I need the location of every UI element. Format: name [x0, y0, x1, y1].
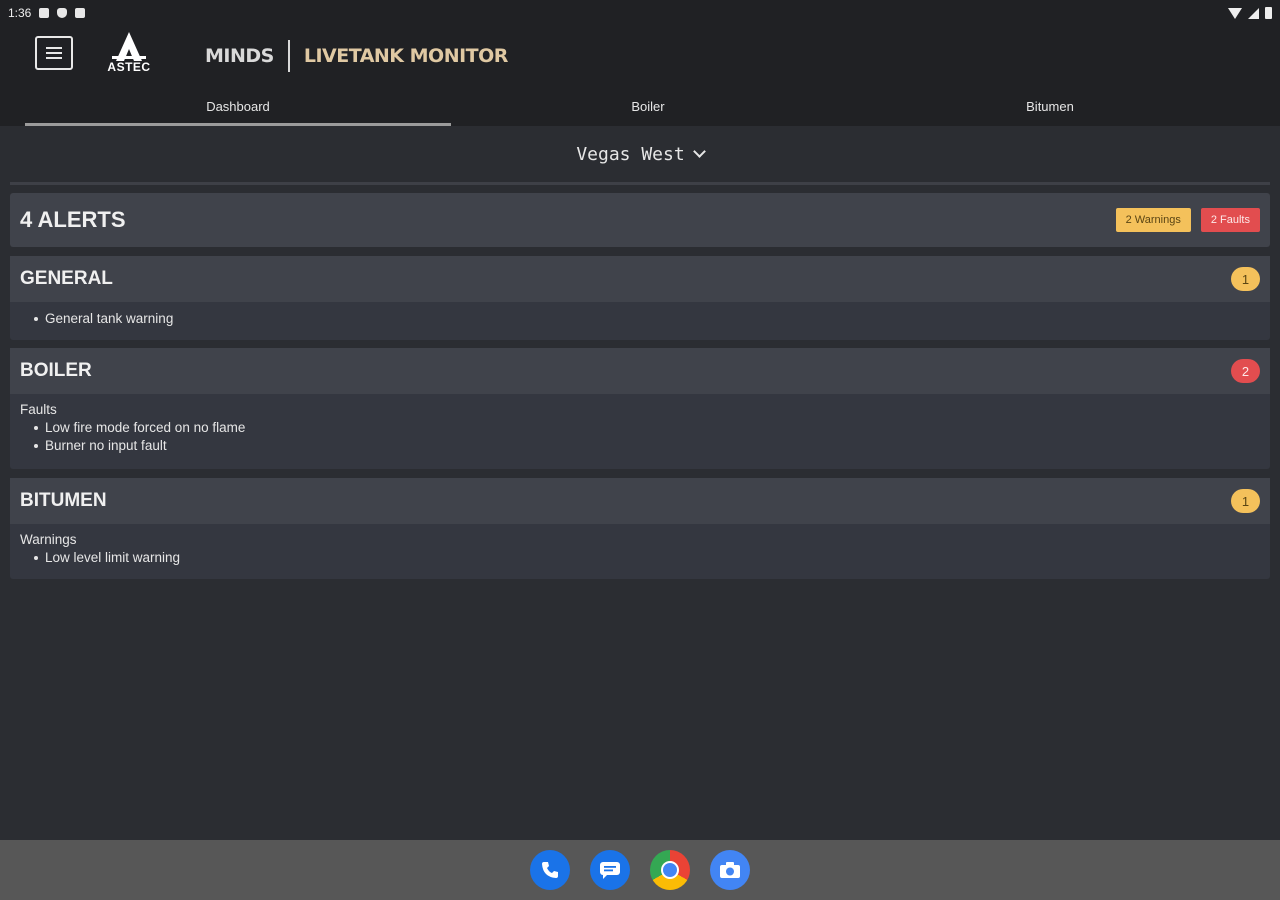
section-title: BITUMEN [20, 490, 107, 511]
warning-count-badge: 1 [1231, 489, 1260, 513]
astec-logo-mark-icon [112, 32, 146, 61]
wifi-icon [1228, 7, 1242, 19]
location-value: Vegas West [576, 143, 685, 165]
brand-primary: MINDS [205, 45, 274, 67]
list-item: General tank warning [34, 310, 1260, 328]
tab-dashboard[interactable]: Dashboard [25, 86, 451, 126]
brand-secondary: LIVETANK MONITOR [303, 45, 509, 67]
menu-icon-line [46, 52, 62, 54]
signal-icon [1248, 7, 1259, 19]
warning-count-badge: 1 [1231, 267, 1260, 291]
chrome-icon[interactable] [650, 850, 690, 890]
camera-icon[interactable] [710, 850, 750, 890]
general-section-header[interactable]: GENERAL 1 [10, 256, 1270, 302]
sd-card-icon [75, 8, 86, 18]
section-title: BOILER [20, 360, 92, 381]
boiler-section-header[interactable]: BOILER 2 [10, 348, 1270, 394]
menu-icon-line [46, 57, 62, 59]
phone-icon[interactable] [530, 850, 570, 890]
list-item: Low level limit warning [34, 549, 1260, 567]
bitumen-section-header[interactable]: BITUMEN 1 [10, 478, 1270, 524]
general-section: GENERAL 1 General tank warning [10, 256, 1270, 340]
location-dropdown[interactable]: Vegas West [0, 126, 1280, 182]
status-bar: 1:36 [0, 0, 1280, 26]
divider [10, 182, 1270, 185]
warnings-badge: 2 Warnings [1115, 208, 1191, 232]
menu-button[interactable] [35, 36, 73, 70]
battery-icon [1265, 7, 1272, 19]
bitumen-section: BITUMEN 1 Warnings Low level limit warni… [10, 478, 1270, 579]
faults-badge: 2 Faults [1200, 208, 1260, 232]
message-glyph-icon [600, 862, 620, 879]
tab-bar: Dashboard Boiler Bitumen [0, 86, 1280, 126]
chevron-down-icon [692, 145, 706, 158]
chrome-center-icon [661, 861, 679, 879]
boiler-section: BOILER 2 Faults Low fire mode forced on … [10, 348, 1270, 469]
list-item: Burner no input fault [34, 437, 1260, 455]
boiler-section-body: Faults Low fire mode forced on no flame … [10, 394, 1270, 465]
tab-bitumen[interactable]: Bitumen [845, 86, 1255, 126]
notification-icon [39, 8, 50, 18]
tab-boiler[interactable]: Boiler [451, 86, 845, 126]
alerts-title: 4 ALERTS [20, 207, 126, 232]
menu-icon-line [46, 47, 62, 49]
status-time: 1:36 [8, 6, 32, 20]
group-label: Warnings [20, 532, 77, 547]
general-section-body: General tank warning [10, 302, 1270, 338]
section-title: GENERAL [20, 268, 113, 289]
app-bar: ASTEC MINDS LIVETANK MONITOR Dashboard B… [0, 26, 1280, 126]
app-dock [0, 840, 1280, 900]
astec-logo: ASTEC [98, 32, 160, 74]
brand-title: MINDS LIVETANK MONITOR [205, 40, 508, 72]
fault-count-badge: 2 [1231, 359, 1260, 383]
list-item: Low fire mode forced on no flame [34, 419, 1260, 437]
shield-icon [57, 8, 68, 18]
group-label: Faults [20, 402, 57, 417]
logo-text: ASTEC [107, 60, 151, 74]
messages-icon[interactable] [590, 850, 630, 890]
phone-glyph-icon [542, 862, 558, 878]
alerts-summary: 4 ALERTS 2 Warnings 2 Faults [10, 193, 1270, 247]
bitumen-section-body: Warnings Low level limit warning [10, 524, 1270, 577]
camera-glyph-icon [720, 862, 740, 878]
brand-divider [287, 40, 290, 72]
